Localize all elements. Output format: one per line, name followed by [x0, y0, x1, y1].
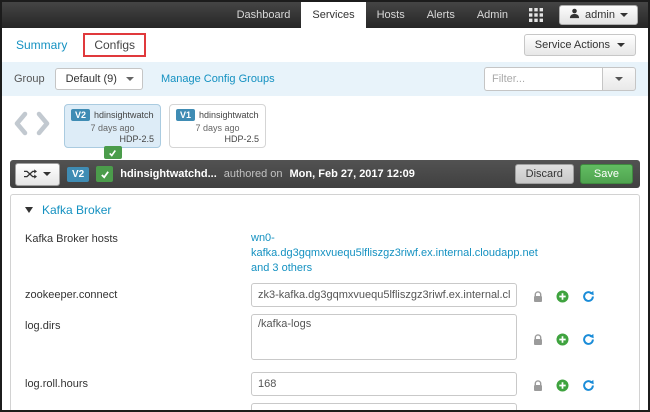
service-tabbar: Summary Configs Service Actions: [2, 28, 648, 62]
log-retention-hours-input[interactable]: [251, 403, 517, 410]
current-version-badge: V2: [67, 166, 90, 182]
override-plus-icon[interactable]: [556, 290, 569, 303]
tab-configs[interactable]: Configs: [83, 33, 147, 57]
config-group-bar: Group Default (9) Manage Config Groups: [2, 62, 648, 96]
more-hosts-link[interactable]: and 3 others: [251, 261, 517, 276]
nav-item-dashboard[interactable]: Dashboard: [226, 2, 302, 28]
user-menu-label: admin: [585, 9, 615, 21]
version-badge: V1: [176, 109, 196, 121]
config-row-log-retention-hours: log.retention.hours: [11, 400, 639, 410]
kafka-broker-panel: Kafka Broker Kafka Broker hosts wn0-kafk…: [10, 194, 640, 410]
config-row-kafka-broker-hosts: Kafka Broker hosts wn0-kafka.dg3gqmxvueq…: [11, 224, 639, 280]
version-badge: V2: [71, 109, 91, 121]
config-label: zookeeper.connect: [25, 289, 118, 301]
collapse-caret-icon: [25, 207, 33, 213]
version-age: 7 days ago: [90, 123, 135, 133]
compare-versions-button[interactable]: [15, 162, 60, 186]
current-check-icon: [96, 166, 114, 182]
config-label: log.dirs: [25, 320, 61, 332]
chevron-down-icon: [125, 77, 134, 81]
tab-summary[interactable]: Summary: [16, 38, 67, 52]
undo-refresh-icon[interactable]: [582, 379, 595, 392]
final-lock-icon[interactable]: [533, 290, 543, 303]
version-card-v1-wrap: V1 hdinsightwatchd... 7 days ago HDP-2.5: [169, 104, 266, 148]
nav-item-hosts[interactable]: Hosts: [366, 2, 416, 28]
discard-button[interactable]: Discard: [514, 164, 574, 184]
chevron-down-icon: [43, 172, 51, 176]
version-card-v2-wrap: V2 hdinsightwatchd... 7 days ago HDP-2.5: [64, 104, 161, 159]
section-title: Kafka Broker: [42, 203, 112, 217]
save-button[interactable]: Save: [579, 164, 633, 184]
config-label: log.retention.hours: [25, 403, 251, 410]
current-version-bar: V2 hdinsightwatchd... authored on Mon, F…: [10, 160, 640, 188]
zookeeper-connect-input[interactable]: [251, 283, 517, 307]
chevron-down-icon: [620, 13, 628, 17]
config-label: Kafka Broker hosts: [25, 233, 118, 245]
override-plus-icon[interactable]: [556, 333, 569, 346]
final-lock-icon[interactable]: [533, 333, 543, 346]
final-lock-icon[interactable]: [533, 379, 543, 392]
group-select-dropdown[interactable]: Default (9): [54, 68, 143, 90]
authored-prefix: authored on: [223, 168, 283, 180]
shuffle-icon: [24, 167, 37, 182]
override-plus-icon[interactable]: [556, 379, 569, 392]
nav-item-admin[interactable]: Admin: [466, 2, 519, 28]
config-versions-carousel: V2 hdinsightwatchd... 7 days ago HDP-2.5…: [2, 96, 648, 160]
manage-config-groups-link[interactable]: Manage Config Groups: [161, 73, 275, 85]
undo-refresh-icon[interactable]: [582, 290, 595, 303]
log-roll-hours-input[interactable]: [251, 372, 517, 396]
config-value-links: wn0-kafka.dg3gqmxvuequ5lfliszgz3riwf.ex.…: [251, 227, 538, 276]
user-icon: [569, 8, 580, 22]
chevron-left-icon[interactable]: [12, 110, 29, 142]
config-label: log.roll.hours: [25, 378, 88, 390]
undo-refresh-icon[interactable]: [582, 333, 595, 346]
config-row-log-roll-hours: log.roll.hours: [11, 369, 639, 400]
top-navbar: Dashboard Services Hosts Alerts Admin ad…: [2, 2, 648, 28]
carousel-arrows: [12, 104, 52, 142]
app-window: Dashboard Services Hosts Alerts Admin ad…: [0, 0, 650, 412]
section-header-kafka-broker[interactable]: Kafka Broker: [11, 195, 639, 224]
nav-item-services[interactable]: Services: [301, 2, 366, 28]
config-row-log-dirs: log.dirs /kafka-logs: [11, 311, 639, 369]
version-age: 7 days ago: [195, 123, 240, 133]
current-version-check-icon: [103, 146, 122, 159]
filter-dropdown-button[interactable]: [602, 67, 636, 91]
version-card-v1[interactable]: V1 hdinsightwatchd... 7 days ago HDP-2.5: [169, 104, 266, 148]
filter-input[interactable]: [484, 67, 602, 91]
version-stack: HDP-2.5: [224, 134, 259, 144]
current-version-name: hdinsightwatchd...: [120, 168, 217, 180]
group-label: Group: [14, 73, 45, 85]
version-bar-actions: Discard Save: [514, 164, 635, 184]
chevron-right-icon[interactable]: [35, 110, 52, 142]
views-grid-icon[interactable]: [519, 2, 553, 28]
config-row-zookeeper-connect: zookeeper.connect: [11, 280, 639, 311]
version-name: hdinsightwatchd...: [199, 110, 259, 120]
service-actions-label: Service Actions: [534, 39, 610, 51]
version-card-v2[interactable]: V2 hdinsightwatchd... 7 days ago HDP-2.5: [64, 104, 161, 148]
user-menu-button[interactable]: admin: [559, 5, 638, 25]
version-cards: V2 hdinsightwatchd... 7 days ago HDP-2.5…: [64, 104, 266, 159]
log-dirs-textarea[interactable]: /kafka-logs: [251, 314, 517, 360]
filter-group: [484, 67, 636, 91]
service-actions-button[interactable]: Service Actions: [523, 34, 636, 56]
chevron-down-icon: [617, 43, 625, 47]
authored-date: Mon, Feb 27, 2017 12:09: [289, 168, 415, 180]
version-name: hdinsightwatchd...: [94, 110, 154, 120]
chevron-down-icon: [615, 77, 623, 81]
version-stack: HDP-2.5: [119, 134, 154, 144]
broker-host-link[interactable]: wn0-kafka.dg3gqmxvuequ5lfliszgz3riwf.ex.…: [251, 227, 538, 261]
group-select-value: Default (9): [65, 73, 117, 85]
nav-item-alerts[interactable]: Alerts: [416, 2, 466, 28]
